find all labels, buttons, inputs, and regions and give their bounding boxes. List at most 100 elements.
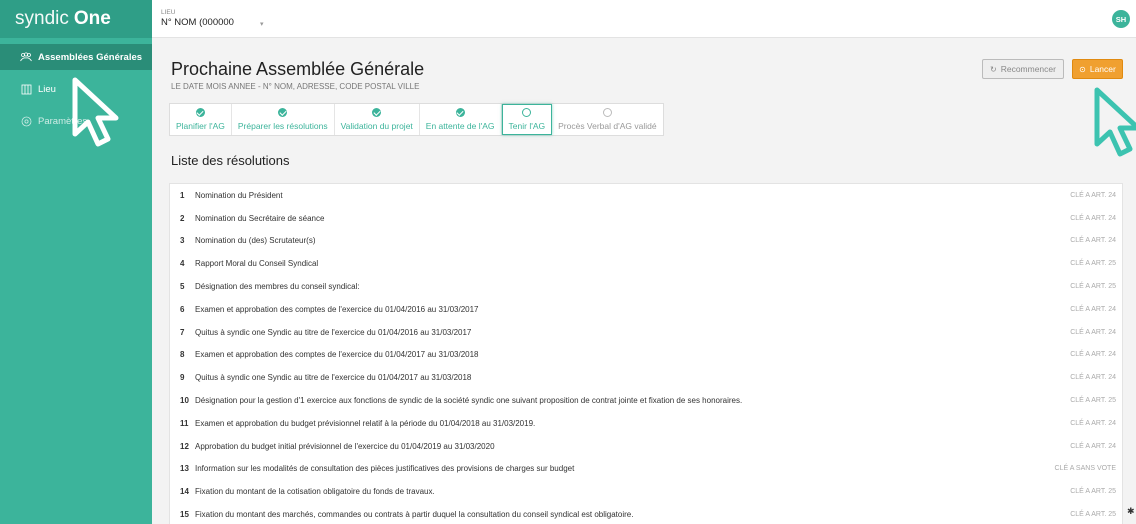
- list-item[interactable]: 1 Nomination du Président CLÉ A ART. 24: [170, 184, 1122, 207]
- settings-gear-icon[interactable]: ✱: [1127, 506, 1135, 517]
- building-icon: [20, 84, 32, 95]
- resolution-key: CLÉ A ART. 24: [1070, 419, 1116, 427]
- resolutions-list: 1 Nomination du Président CLÉ A ART. 24 2N…: [169, 183, 1123, 524]
- step-label: Planifier l'AG: [176, 121, 225, 131]
- list-item[interactable]: 2 Nomination du Secrétaire de séance CLÉ A…: [170, 207, 1122, 230]
- resolution-text: Rapport Moral du Conseil Syndical: [195, 259, 319, 269]
- restart-button[interactable]: ↻ Recommencer: [982, 59, 1064, 79]
- list-item[interactable]: 8 Examen et approbation des comptes de l'…: [170, 344, 1122, 367]
- launch-button[interactable]: ⊙ Lancer: [1072, 59, 1123, 79]
- resolution-number: 12: [180, 441, 189, 451]
- resolution-number: 10: [180, 396, 189, 406]
- resolution-key: CLÉ A ART. 24: [1070, 237, 1116, 245]
- resolution-number: 4: [180, 259, 185, 269]
- list-item[interactable]: 6 Examen et approbation des comptes de l'…: [170, 298, 1122, 321]
- logo-text-bold: One: [73, 8, 111, 29]
- resolution-key: CLÉ A ART. 24: [1070, 351, 1116, 359]
- resolution-text: Fixation du montant des marchés, command…: [195, 510, 634, 520]
- resolutions-title: Liste des résolutions: [171, 153, 290, 168]
- resolution-key: CLÉ A ART. 25: [1070, 260, 1116, 268]
- resolution-number: 9: [180, 373, 185, 383]
- people-icon: [20, 52, 32, 63]
- step-label: En attente de l'AG: [425, 121, 495, 131]
- list-item[interactable]: 12 Approbation du budget initial prévisio…: [170, 435, 1122, 458]
- resolution-number: 7: [180, 327, 185, 337]
- resolution-key: CLÉ A ART. 25: [1070, 488, 1116, 496]
- step-tenir[interactable]: Tenir l'AG: [501, 104, 553, 135]
- resolution-text: Nomination du Secrétaire de séance: [195, 213, 325, 223]
- resolution-text: Information sur les modalités de consult…: [195, 464, 575, 474]
- launch-button-label: Lancer: [1089, 64, 1116, 74]
- resolution-number: 6: [180, 304, 185, 314]
- step-planifier[interactable]: Planifier l'AG: [170, 104, 232, 135]
- resolution-text: Désignation des membres du conseil syndi…: [195, 282, 360, 292]
- page-title: Prochaine Assemblée Générale: [171, 59, 425, 79]
- step-preparer[interactable]: Préparer les résolutions: [232, 104, 335, 135]
- resolution-key: CLÉ A SANS VOTE: [1054, 465, 1116, 473]
- resolution-key: CLÉ A ART. 24: [1070, 214, 1116, 222]
- resolution-text: Approbation du budget initial prévisionn…: [195, 441, 495, 451]
- resolution-text: Quitus à syndic one Syndic au titre de l…: [195, 327, 472, 337]
- list-item[interactable]: 11 Examen et approbation du budget prévis…: [170, 412, 1122, 435]
- resolution-key: CLÉ A ART. 24: [1070, 191, 1116, 199]
- lieu-select[interactable]: N° NOM (000000: [161, 17, 234, 28]
- check-icon: [372, 108, 382, 117]
- resolution-number: 14: [180, 487, 189, 497]
- chevron-down-icon[interactable]: ▾: [260, 20, 264, 28]
- pointer-cursor-icon: [72, 77, 119, 147]
- topbar: LIEU N° NOM (000000 ▾ SH: [152, 0, 1136, 38]
- list-item[interactable]: 14 Fixation du montant de la cotisation o…: [170, 480, 1122, 503]
- app-logo[interactable]: syndic One: [0, 0, 152, 38]
- resolution-key: CLÉ A ART. 24: [1070, 442, 1116, 450]
- resolution-number: 11: [180, 418, 189, 428]
- resolution-number: 1: [180, 190, 185, 200]
- list-item[interactable]: 15 Fixation du montant des marchés, comma…: [170, 503, 1122, 524]
- circle-icon: [602, 108, 612, 117]
- pointer-cursor-icon: [1094, 87, 1136, 157]
- refresh-icon: ↻: [990, 64, 997, 74]
- check-icon: [455, 108, 465, 117]
- sidebar-item-label: Lieu: [38, 83, 56, 95]
- resolution-key: CLÉ A ART. 24: [1070, 305, 1116, 313]
- avatar[interactable]: SH: [1112, 10, 1130, 28]
- circle-icon: [522, 108, 532, 117]
- logo-text-light: syndic: [15, 8, 69, 29]
- resolution-number: 3: [180, 236, 185, 246]
- resolution-key: CLÉ A ART. 24: [1070, 374, 1116, 382]
- step-label: Préparer les résolutions: [237, 121, 328, 131]
- resolution-number: 5: [180, 282, 185, 292]
- resolution-text: Nomination du (des) Scrutateur(s): [195, 236, 316, 246]
- resolution-text: Examen et approbation des comptes de l'e…: [195, 304, 479, 314]
- resolution-number: 13: [180, 464, 189, 474]
- resolution-text: Fixation du montant de la cotisation obl…: [195, 487, 435, 497]
- resolution-number: 15: [180, 510, 189, 520]
- list-item[interactable]: 13 Information sur les modalités de consu…: [170, 458, 1122, 481]
- step-validation[interactable]: Validation du projet: [335, 104, 420, 135]
- resolution-key: CLÉ A ART. 25: [1070, 397, 1116, 405]
- list-item[interactable]: 3 Nomination du (des) Scrutateur(s) CLÉ A …: [170, 230, 1122, 253]
- list-item[interactable]: 4 Rapport Moral du Conseil Syndical CLÉ A …: [170, 252, 1122, 275]
- sidebar-item-assemblees-generales[interactable]: Assemblées Générales: [0, 44, 152, 70]
- gear-icon: [20, 116, 32, 127]
- list-item[interactable]: 5 Désignation des membres du conseil synd…: [170, 275, 1122, 298]
- resolution-number: 2: [180, 213, 185, 223]
- step-proces-verbal[interactable]: Procès Verbal d'AG validé: [552, 104, 662, 135]
- resolution-number: 8: [180, 350, 185, 360]
- check-icon: [195, 108, 205, 117]
- step-label: Procès Verbal d'AG validé: [558, 121, 657, 131]
- resolution-text: Nomination du Président: [195, 190, 283, 200]
- main-content: Prochaine Assemblée Générale LE DATE MOI…: [152, 39, 1136, 524]
- play-circle-icon: ⊙: [1079, 64, 1086, 74]
- resolution-text: Examen et approbation du budget prévisio…: [195, 418, 536, 428]
- resolution-text: Quitus à syndic one Syndic au titre de l…: [195, 373, 472, 383]
- page-subtitle: LE DATE MOIS ANNEE - N° NOM, ADRESSE, CO…: [171, 82, 420, 91]
- check-icon: [278, 108, 288, 117]
- list-item[interactable]: 9 Quitus à syndic one Syndic au titre de …: [170, 366, 1122, 389]
- list-item[interactable]: 10 Désignation pour la gestion d'1 exerci…: [170, 389, 1122, 412]
- list-item[interactable]: 7 Quitus à syndic one Syndic au titre de …: [170, 321, 1122, 344]
- resolution-text: Examen et approbation des comptes de l'e…: [195, 350, 479, 360]
- resolution-key: CLÉ A ART. 24: [1070, 328, 1116, 336]
- step-attente[interactable]: En attente de l'AG: [420, 104, 502, 135]
- sidebar-item-label: Assemblées Générales: [38, 51, 143, 63]
- lieu-label: LIEU: [161, 9, 176, 16]
